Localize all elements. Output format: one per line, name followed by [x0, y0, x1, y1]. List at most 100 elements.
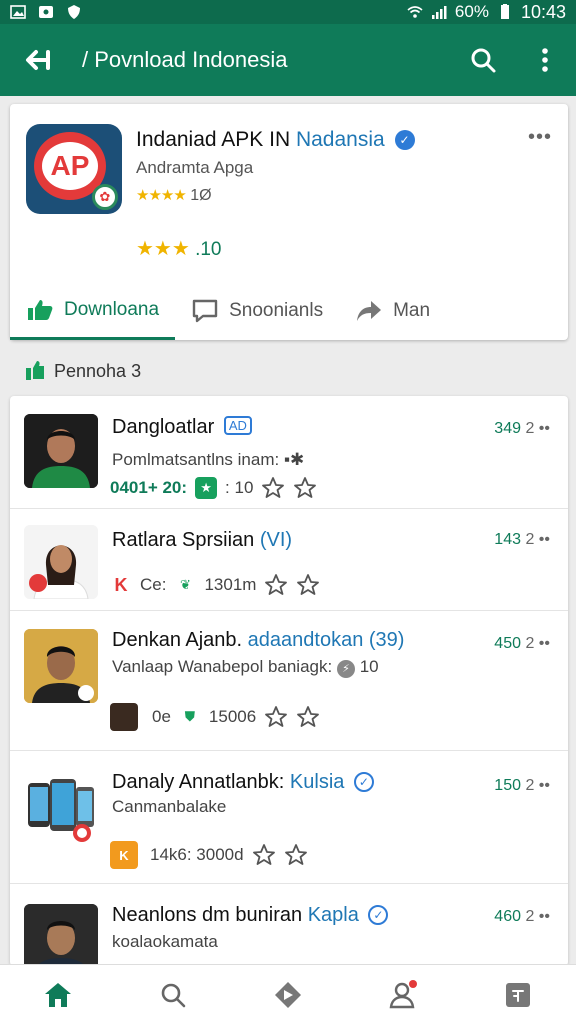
item-desc: Pomlmatsantlns inam: ▪✱: [112, 450, 305, 469]
star-rating-icon: ★★★★: [136, 187, 187, 204]
nav-home[interactable]: [28, 965, 88, 1024]
nav-menu[interactable]: [488, 965, 548, 1024]
download-button[interactable]: Downloana: [10, 282, 176, 340]
app-mark-icon: K: [110, 574, 132, 596]
item-desc: koalaokamata: [112, 932, 218, 951]
item-name-accent: Kapla: [307, 904, 359, 926]
page-title: / Povnload Indonesia: [82, 47, 288, 72]
item-score-num: 349: [494, 420, 521, 437]
avatar: [24, 414, 98, 488]
app-list: Dangloatlar AD Pomlmatsantlns inam: ▪✱ 0…: [10, 396, 568, 966]
item-meta: K Ce: ❦ 1301m: [110, 573, 320, 597]
item-name: Ratlara Sprsiian (VI): [112, 529, 292, 552]
list-item[interactable]: Ratlara Sprsiian (VI) K Ce: ❦ 1301m 143 …: [10, 509, 568, 611]
item-meta: 0e ⛊ 15006: [110, 703, 320, 731]
item-desc: Vanlaap Wanabepol baniagk: ⚡ 10: [112, 657, 379, 678]
star-outline-icon[interactable]: [264, 573, 288, 597]
back-button[interactable]: [0, 24, 76, 96]
large-rating: ★★★ .10: [136, 236, 222, 261]
wifi-icon: [407, 4, 423, 20]
nav-search[interactable]: [143, 965, 203, 1024]
home-icon: [44, 982, 71, 1007]
action-row: Downloana Snoonianls Man: [10, 282, 568, 340]
shield-icon: [66, 4, 82, 20]
app-logo-icon: AP ✿: [26, 124, 122, 214]
more-horiz-icon[interactable]: •••: [528, 126, 552, 149]
more-vert-icon: [542, 48, 548, 72]
item-more[interactable]: 2 ••: [525, 531, 550, 548]
app-badge-icon: ✿: [92, 184, 118, 210]
item-score: 150 2 ••: [494, 777, 550, 795]
section-label: Pennoha 3: [54, 360, 142, 381]
item-score: 460 2 ••: [494, 908, 550, 926]
item-score-num: 150: [494, 777, 521, 794]
star-rating-icon: ★★★: [136, 238, 190, 260]
download-label: Downloana: [64, 298, 160, 320]
item-name-text: Danaly Annatlanbk:: [112, 771, 285, 793]
app-bar: / Povnload Indonesia: [0, 24, 576, 96]
clock: 10:43: [520, 1, 566, 22]
item-desc-text: Vanlaap Wanabepol baniagk:: [112, 657, 333, 676]
item-meta-text: 0401+ 20:: [110, 478, 188, 497]
status-bar: 60% 10:43: [0, 0, 576, 24]
item-score: 450 2 ••: [494, 635, 550, 653]
item-meta-text: Ce:: [140, 575, 167, 594]
item-more[interactable]: 2 ••: [525, 420, 550, 437]
star-outline-icon[interactable]: [284, 843, 308, 867]
overflow-menu-button[interactable]: [514, 24, 576, 96]
thumbnail-icon: [110, 703, 138, 731]
bottom-nav: [0, 964, 576, 1024]
star-outline-icon[interactable]: [252, 843, 276, 867]
star-outline-icon[interactable]: [296, 705, 320, 729]
list-item[interactable]: Dangloatlar AD Pomlmatsantlns inam: ▪✱ 0…: [10, 396, 568, 509]
thumb-icon: [26, 296, 54, 324]
search-button[interactable]: [452, 24, 514, 96]
nav-explore[interactable]: [258, 965, 318, 1024]
item-meta: 0401+ 20: ★ : 10: [110, 476, 317, 500]
item-more[interactable]: 2 ••: [525, 635, 550, 652]
small-rating-text: 1Ø: [190, 187, 212, 204]
comments-label: Snoonianls: [229, 300, 324, 321]
item-meta-text2: 15006: [208, 707, 257, 726]
apps-icon: [506, 982, 531, 1007]
list-item[interactable]: Denkan Ajanb. adaandtokan (39) Vanlaap W…: [10, 611, 568, 751]
avatar: [24, 904, 98, 966]
list-item[interactable]: Danaly Annatlanbk: Kulsia ✓ Canmanbalake…: [10, 751, 568, 884]
item-name: Dangloatlar AD: [112, 416, 252, 439]
star-outline-icon[interactable]: [261, 476, 285, 500]
verified-icon: ✓: [353, 772, 374, 792]
comments-button[interactable]: Snoonianls: [175, 282, 339, 340]
avatar: [24, 629, 98, 703]
app-subtitle: Andramta Apga: [136, 158, 254, 177]
item-name-text: Dangloatlar: [112, 416, 215, 438]
item-score-num: 450: [494, 635, 521, 652]
item-desc-tail: 10: [359, 657, 379, 676]
item-more[interactable]: 2 ••: [525, 908, 550, 925]
item-name: Danaly Annatlanbk: Kulsia ✓: [112, 771, 374, 794]
battery-icon: [497, 4, 513, 20]
verified-icon: ✓: [394, 130, 415, 150]
small-rating: ★★★★ 1Ø: [136, 186, 212, 205]
share-label: Man: [393, 300, 431, 321]
item-name-text: Denkan Ajanb.: [112, 629, 243, 651]
item-desc: Canmanbalake: [112, 797, 227, 816]
avatar: [24, 771, 98, 845]
list-item[interactable]: Neanlons dm buniran Kapla ✓ koalaokamata…: [10, 884, 568, 966]
item-meta: K 14k6: 3000d: [110, 841, 308, 869]
message-icon: [38, 4, 54, 20]
item-name: Neanlons dm buniran Kapla ✓: [112, 904, 389, 927]
item-name-text: Ratlara Sprsiian: [112, 529, 255, 551]
share-button[interactable]: Man: [339, 282, 446, 340]
rating-value: .10: [195, 239, 222, 260]
item-score-num: 143: [494, 531, 521, 548]
nav-profile[interactable]: [373, 965, 433, 1024]
verified-icon: ✓: [368, 905, 389, 925]
item-meta-text: 0e: [152, 707, 171, 726]
app-card: AP ✿ Indaniad APK IN Nadansia ✓ Andramta…: [10, 104, 568, 340]
item-name-accent: adaandtokan (39): [247, 629, 405, 651]
star-outline-icon[interactable]: [264, 705, 288, 729]
image-icon: [10, 4, 26, 20]
item-more[interactable]: 2 ••: [525, 777, 550, 794]
star-outline-icon[interactable]: [296, 573, 320, 597]
star-outline-icon[interactable]: [293, 476, 317, 500]
